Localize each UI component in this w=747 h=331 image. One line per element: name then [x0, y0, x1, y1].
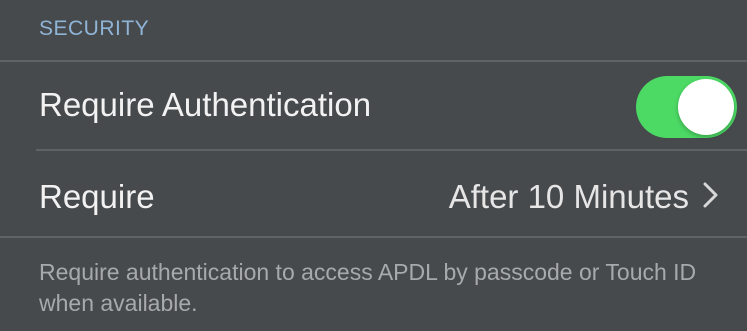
require-authentication-toggle[interactable]	[636, 76, 737, 138]
chevron-right-icon	[703, 182, 718, 208]
security-settings-screen: SECURITY Require Authentication Require …	[0, 0, 747, 331]
footer-note: Require authentication to access APDL by…	[39, 259, 697, 316]
divider	[0, 236, 747, 238]
toggle-knob	[678, 79, 734, 135]
require-row[interactable]: Require After 10 Minutes	[0, 151, 747, 236]
section-header-security: SECURITY	[39, 17, 150, 40]
require-authentication-label: Require Authentication	[39, 86, 372, 123]
require-label: Require	[39, 178, 155, 215]
require-authentication-row: Require Authentication	[0, 62, 747, 150]
require-value: After 10 Minutes	[448, 178, 689, 215]
